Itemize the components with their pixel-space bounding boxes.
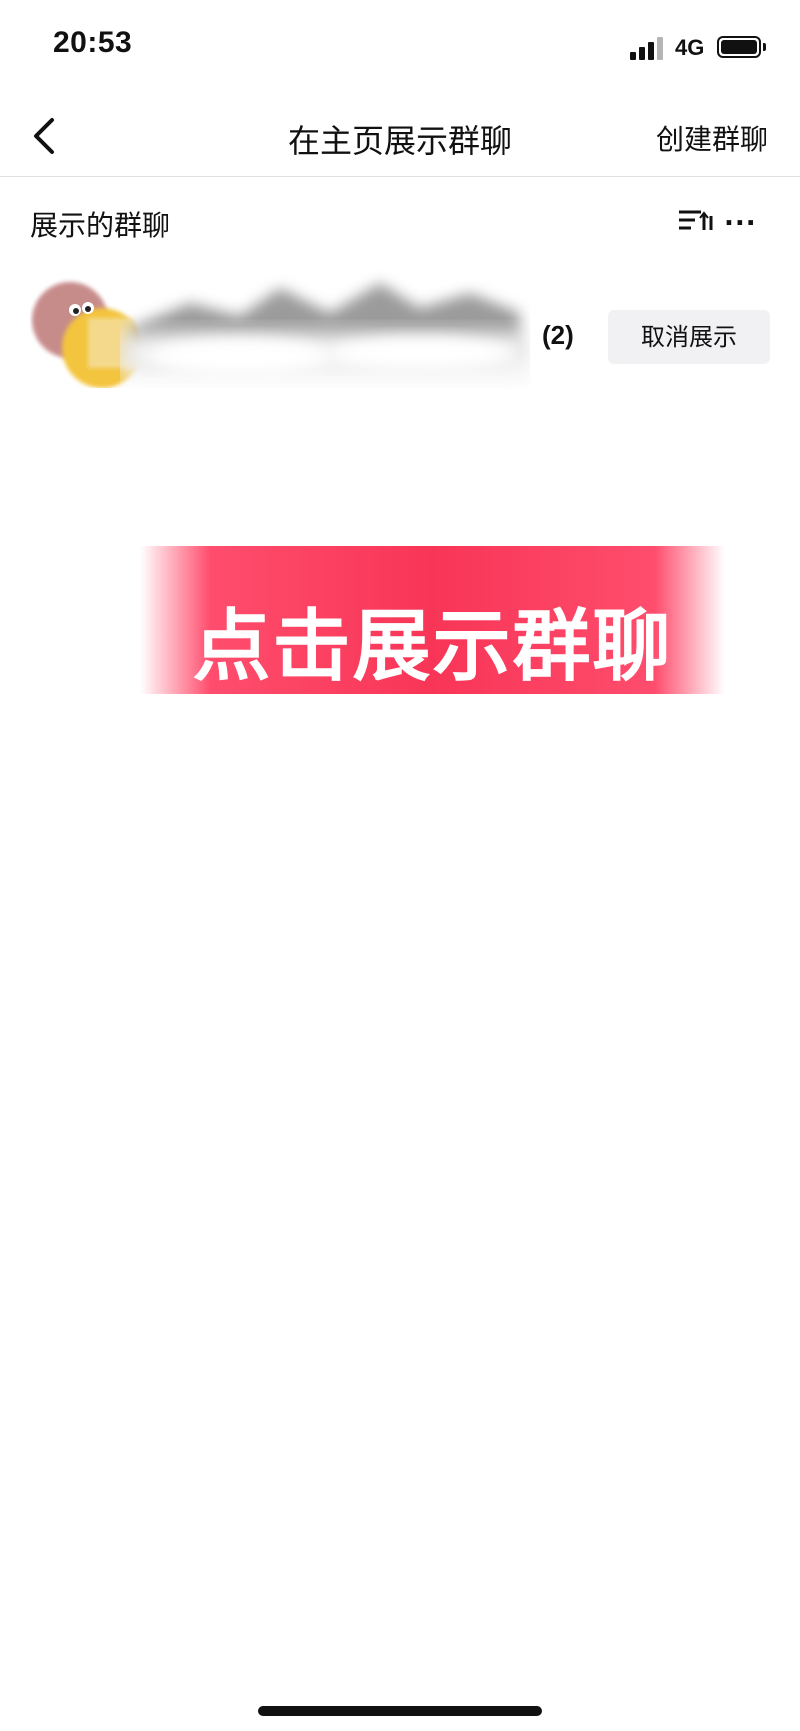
member-count: (2) (542, 320, 574, 350)
group-list-item[interactable]: (2) 取消展示 (20, 248, 780, 398)
promo-banner: 点击展示群聊 (140, 546, 725, 694)
sort-icon (679, 210, 713, 230)
group-name-redacted (120, 268, 530, 388)
create-group-button[interactable]: 创建群聊 (656, 118, 768, 158)
sort-button[interactable] (676, 206, 716, 238)
status-bar: 20:53 4G (0, 0, 800, 96)
section-title: 展示的群聊 (30, 209, 171, 242)
battery-tip (763, 43, 766, 51)
more-options-button[interactable]: ... (724, 204, 764, 238)
network-type: 4G (675, 35, 705, 60)
battery-icon (717, 36, 761, 58)
navigation-bar: 在主页展示群聊 创建群聊 (0, 96, 800, 177)
home-indicator[interactable] (258, 1706, 542, 1716)
status-time: 20:53 (53, 26, 133, 59)
cancel-display-button[interactable]: 取消展示 (608, 310, 770, 364)
signal-strength-icon (630, 34, 668, 60)
banner-text: 点击展示群聊 (192, 602, 673, 692)
